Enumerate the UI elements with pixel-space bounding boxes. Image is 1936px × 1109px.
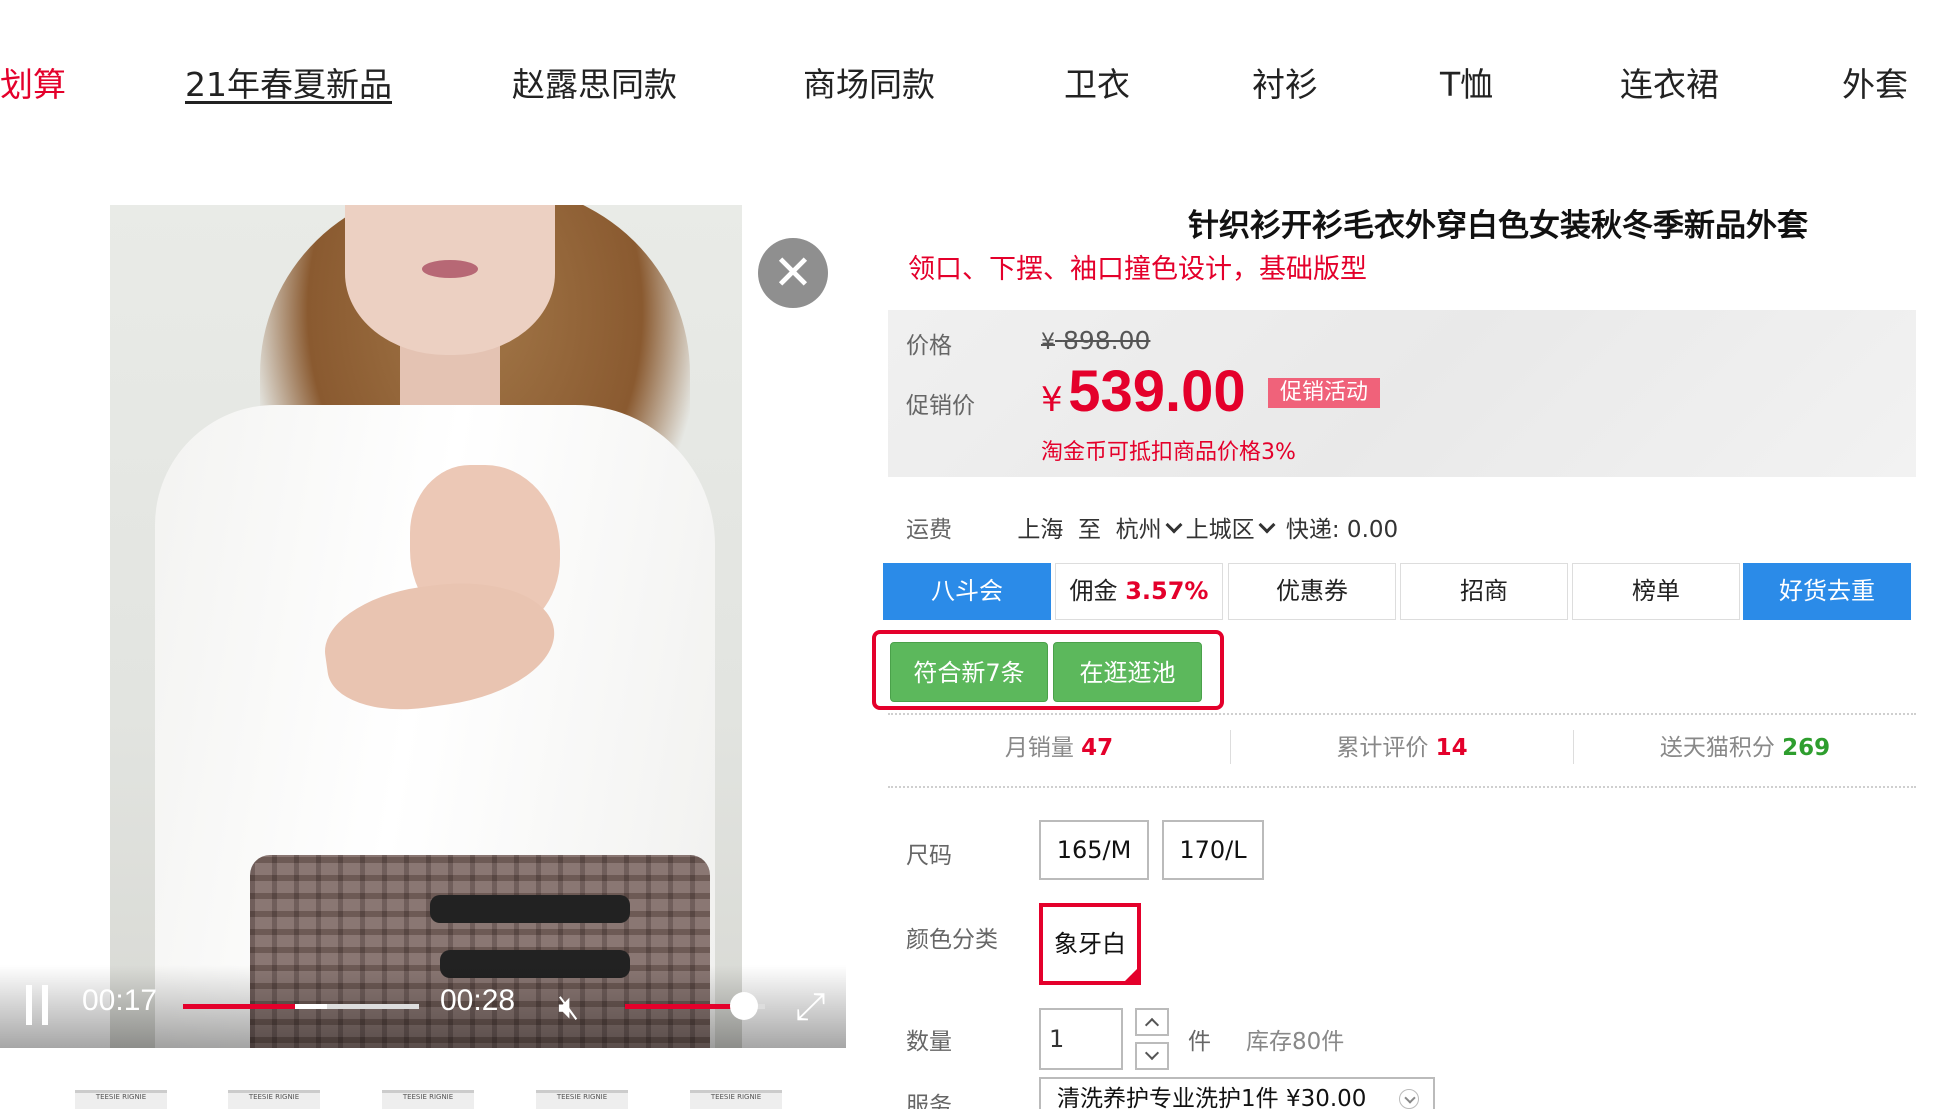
nav-item-shirts[interactable]: 衬衫 xyxy=(1252,62,1318,107)
coin-discount-note: 淘金币可抵扣商品价格3% xyxy=(1041,440,1296,465)
thumbnail-strip: TEESIE RIGNIE TEESIE RIGNIE TEESIE RIGNI… xyxy=(70,1090,790,1109)
duration: 00:28 xyxy=(440,984,516,1017)
nav-item-mall-style[interactable]: 商场同款 xyxy=(803,62,935,107)
city-select[interactable]: 杭州 xyxy=(1116,516,1186,543)
thumbnail[interactable]: TEESIE RIGNIE xyxy=(75,1090,167,1109)
express-fee: 快递: 0.00 xyxy=(1285,517,1399,543)
district-select[interactable]: 上城区 xyxy=(1186,516,1279,543)
shipping-row: 运费 上海 至 杭州 上城区 快递: 0.00 xyxy=(906,510,1398,544)
shipping-label: 运费 xyxy=(906,517,952,543)
size-option-165m[interactable]: 165/M xyxy=(1039,820,1149,880)
tmall-points: 送天猫积分 269 xyxy=(1659,735,1831,761)
ship-from: 上海 xyxy=(1017,517,1064,543)
progress-bar[interactable] xyxy=(183,1004,419,1009)
tab-dedupe[interactable]: 好货去重 xyxy=(1743,563,1911,620)
video-controls: 00:17 00:28 🔇︎ ⤢ xyxy=(0,965,846,1048)
quantity-label: 数量 xyxy=(906,1029,952,1055)
ship-to-word: 至 xyxy=(1077,517,1101,543)
promo-tag[interactable]: 促销活动 xyxy=(1268,378,1381,408)
size-option-170l[interactable]: 170/L xyxy=(1162,820,1264,880)
pause-icon[interactable] xyxy=(24,985,50,1025)
price-label: 价格 xyxy=(906,333,952,359)
chevron-down-icon xyxy=(1258,516,1276,534)
mute-icon[interactable]: 🔇︎ xyxy=(558,987,598,1027)
monthly-sales: 月销量 47 xyxy=(1004,735,1114,761)
tab-coupons[interactable]: 优惠券 xyxy=(1228,563,1396,620)
size-label: 尺码 xyxy=(906,843,952,869)
tab-badouhui[interactable]: 八斗会 xyxy=(883,563,1051,620)
tab-commission[interactable]: 佣金 3.57% xyxy=(1055,563,1223,620)
nav-item-coats[interactable]: 外套 xyxy=(1842,62,1908,107)
tool-tabs: 八斗会 佣金 3.57% 优惠券 招商 榜单 好货去重 xyxy=(883,563,1911,620)
close-icon[interactable]: ✕ xyxy=(758,238,828,308)
promo-price: ¥ 539.00 xyxy=(1041,359,1246,424)
service-label: 服务 xyxy=(906,1093,952,1109)
color-label: 颜色分类 xyxy=(906,927,998,953)
quantity-unit: 件 xyxy=(1188,1029,1211,1055)
chevron-down-icon xyxy=(1165,516,1183,534)
stock-count: 库存80件 xyxy=(1246,1029,1345,1055)
thumbnail[interactable]: TEESIE RIGNIE xyxy=(536,1090,628,1109)
nav-item-celebrity-style[interactable]: 赵露思同款 xyxy=(512,62,677,107)
volume-knob[interactable] xyxy=(730,992,758,1020)
browse-pool-button[interactable]: 在逛逛池 xyxy=(1053,642,1202,702)
divider xyxy=(888,713,1916,715)
nav-item-bargain[interactable]: 划算 xyxy=(0,62,66,107)
original-price: ¥ 898.00 xyxy=(1041,326,1151,355)
product-video-frame xyxy=(110,205,742,1048)
product-title: 针织衫开衫毛衣外穿白色女装秋冬季新品外套 xyxy=(1188,208,1808,244)
quantity-input[interactable]: 1 xyxy=(1039,1008,1123,1070)
selected-check-icon xyxy=(1122,966,1140,984)
nav-item-new-arrivals[interactable]: 21年春夏新品 xyxy=(185,62,392,107)
divider xyxy=(888,786,1916,788)
quantity-increase-button[interactable] xyxy=(1135,1008,1169,1036)
fullscreen-icon[interactable]: ⤢ xyxy=(795,985,837,1027)
review-count[interactable]: 累计评价 14 xyxy=(1231,728,1573,762)
thumbnail[interactable]: TEESIE RIGNIE xyxy=(382,1090,474,1109)
quantity-decrease-button[interactable] xyxy=(1135,1042,1169,1070)
volume-slider[interactable] xyxy=(625,992,765,1020)
thumbnail[interactable]: TEESIE RIGNIE xyxy=(228,1090,320,1109)
stats-row: 月销量 47 累计评价 14 送天猫积分 269 xyxy=(888,728,1916,768)
promo-price-label: 促销价 xyxy=(906,393,975,419)
new-rules-button[interactable]: 符合新7条 xyxy=(890,642,1048,702)
product-video-player[interactable]: ✕ 00:17 00:28 🔇︎ ⤢ xyxy=(0,205,846,1048)
tab-rankings[interactable]: 榜单 xyxy=(1572,563,1740,620)
category-nav: 划算 21年春夏新品 赵露思同款 商场同款 卫衣 衬衫 T恤 连衣裙 外套 xyxy=(0,0,1936,175)
current-time: 00:17 xyxy=(82,984,158,1017)
color-option-ivory[interactable]: 象牙白 xyxy=(1039,903,1141,985)
product-subtitle: 领口、下摆、袖口撞色设计，基础版型 xyxy=(908,254,1367,285)
chevron-down-icon xyxy=(1399,1089,1419,1109)
tab-merchants[interactable]: 招商 xyxy=(1400,563,1568,620)
nav-item-tshirts[interactable]: T恤 xyxy=(1440,62,1493,107)
service-select[interactable]: 清洗养护专业洗护1件 ¥30.00 xyxy=(1039,1077,1435,1109)
price-box: 价格 ¥ 898.00 促销价 ¥ 539.00 促销活动 淘金币可抵扣商品价格… xyxy=(888,310,1916,477)
thumbnail[interactable]: TEESIE RIGNIE xyxy=(690,1090,782,1109)
nav-item-hoodies[interactable]: 卫衣 xyxy=(1064,62,1130,107)
nav-item-dresses[interactable]: 连衣裙 xyxy=(1620,62,1719,107)
